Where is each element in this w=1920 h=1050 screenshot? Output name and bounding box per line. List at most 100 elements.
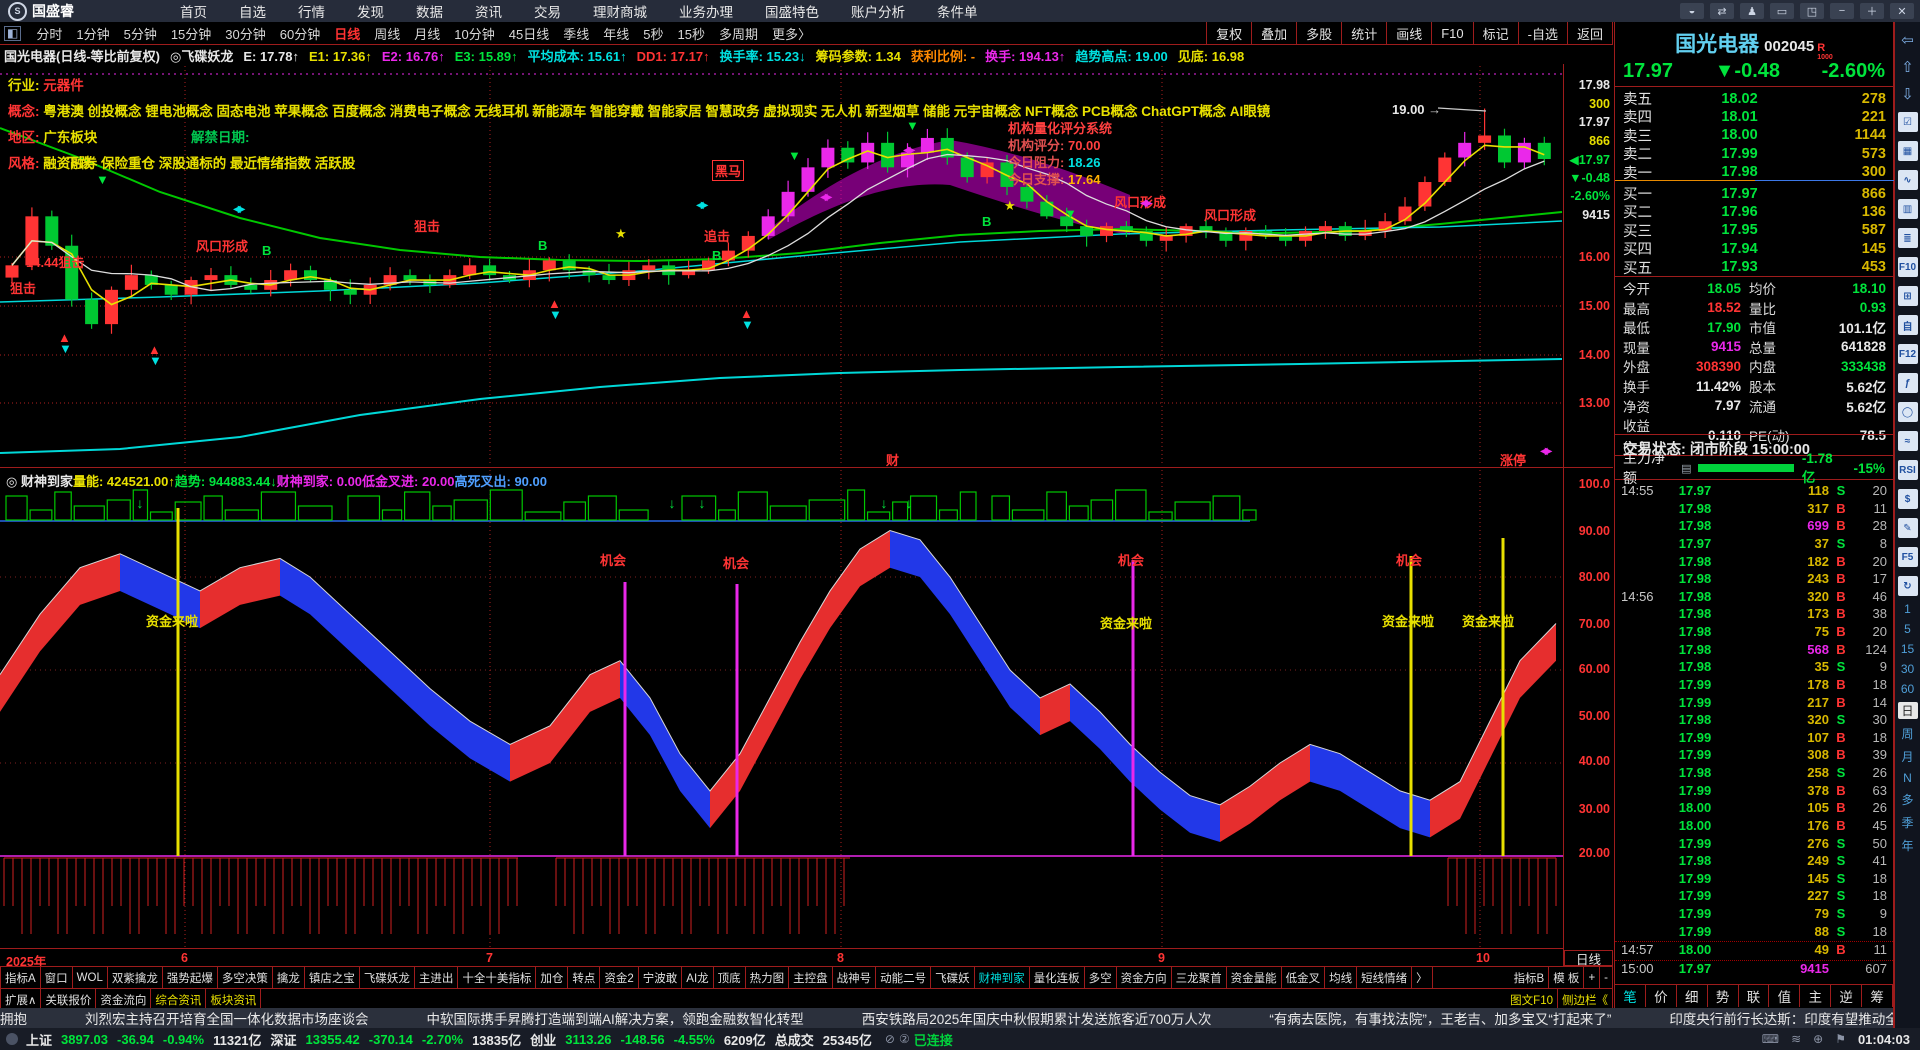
indicator-tab-强势起爆[interactable]: 强势起爆 xyxy=(163,967,218,989)
menu-item-3[interactable]: 发现 xyxy=(357,1,384,21)
list-icon[interactable]: ≣ xyxy=(1897,228,1918,248)
refresh-icon[interactable]: ↻ xyxy=(1897,576,1918,596)
news-item-2[interactable]: 中软国际携手昇腾打造端到端AI解决方案，领跑金融数智化转型 xyxy=(427,1008,804,1028)
news-item-3[interactable]: 西安铁路局2025年国庆中秋假期累计发送旅客近700万人次 xyxy=(862,1008,1212,1028)
menu-item-1[interactable]: 自选 xyxy=(239,1,266,21)
tf-日线[interactable]: 日线 xyxy=(334,24,360,43)
close-icon[interactable]: ✕ xyxy=(1890,3,1914,19)
tf-30分钟[interactable]: 30分钟 xyxy=(225,24,265,43)
indicator-tab-指标A[interactable]: 指标A xyxy=(0,967,41,989)
quote-tab-值[interactable]: 值 xyxy=(1769,985,1801,1007)
assistant-icon[interactable]: ♟ xyxy=(1740,3,1764,19)
tf-周线[interactable]: 周线 xyxy=(374,24,400,43)
period-周[interactable]: 周 xyxy=(1898,725,1918,742)
quote-tab-价[interactable]: 价 xyxy=(1646,985,1677,1007)
function-icon[interactable]: ƒ xyxy=(1897,373,1918,393)
grid-icon[interactable]: ▦ xyxy=(1897,141,1918,161)
menu-item-10[interactable]: 账户分析 xyxy=(851,1,905,21)
tab-btn-模 板[interactable]: 模 板 xyxy=(1549,967,1585,989)
period-多[interactable]: 多 xyxy=(1898,791,1918,808)
menu-item-5[interactable]: 资讯 xyxy=(475,1,502,21)
indicator-tab-战神号[interactable]: 战神号 xyxy=(833,967,877,989)
btn-F10[interactable]: F10 xyxy=(1431,22,1472,44)
tf-更多〉[interactable]: 更多〉 xyxy=(772,24,811,43)
keyboard-icon[interactable]: ⌨ xyxy=(1762,1032,1779,1046)
tf-年线[interactable]: 年线 xyxy=(603,24,629,43)
indicator-tab-资金2[interactable]: 资金2 xyxy=(600,967,639,989)
indicator-tab-转点[interactable]: 转点 xyxy=(568,967,601,989)
indicator-tab-飞碟妖龙[interactable]: 飞碟妖龙 xyxy=(360,967,415,989)
indicator-tab-短线情绪[interactable]: 短线情绪 xyxy=(1357,967,1413,989)
indicator-tab-镇店之宝[interactable]: 镇店之宝 xyxy=(305,967,360,989)
screen-icon[interactable]: ▭ xyxy=(1770,3,1794,19)
period-季[interactable]: 季 xyxy=(1898,814,1918,831)
indicator-tab-擒龙[interactable]: 擒龙 xyxy=(273,967,305,989)
tf-多周期[interactable]: 多周期 xyxy=(719,24,758,43)
tf-15秒[interactable]: 15秒 xyxy=(677,24,704,43)
zixuan-icon[interactable]: 自 xyxy=(1897,315,1918,335)
indicator-tab-十全十美指标[interactable]: 十全十美指标 xyxy=(458,967,537,989)
indicator-tab-AI龙[interactable]: AI龙 xyxy=(682,967,714,989)
quote-tab-笔[interactable]: 笔 xyxy=(1615,985,1646,1007)
target-icon[interactable]: ⊕ xyxy=(1813,1032,1823,1046)
circle-icon[interactable]: ◯ xyxy=(1897,402,1918,422)
indicator-tab-动能二号[interactable]: 动能二号 xyxy=(876,967,932,989)
alert-icon[interactable]: ⚑ xyxy=(1835,1032,1846,1046)
indicator-tab-〉[interactable]: 〉 xyxy=(1412,967,1433,989)
indicator-tab-低金叉[interactable]: 低金叉 xyxy=(1282,967,1326,989)
kline-mini-icon[interactable]: ≋ xyxy=(1791,1032,1801,1046)
tf-10分钟[interactable]: 10分钟 xyxy=(454,24,494,43)
indicator-tab-主控盘[interactable]: 主控盘 xyxy=(789,967,833,989)
indicator-tab-资金方向[interactable]: 资金方向 xyxy=(1117,967,1172,989)
btn-叠加[interactable]: 叠加 xyxy=(1251,22,1296,44)
quote-tab-势[interactable]: 势 xyxy=(1708,985,1739,1007)
period-1[interactable]: 1 xyxy=(1898,602,1918,616)
back-arrow-icon[interactable]: ⇦ xyxy=(1901,31,1914,49)
menu-item-7[interactable]: 理财商城 xyxy=(593,1,647,21)
page-up-icon[interactable]: ⇧ xyxy=(1901,58,1914,76)
f5-icon[interactable]: F5 xyxy=(1897,547,1918,567)
tf-月线[interactable]: 月线 xyxy=(414,24,440,43)
quote-tab-主[interactable]: 主 xyxy=(1800,985,1832,1007)
tf-1分钟[interactable]: 1分钟 xyxy=(76,24,109,43)
tf-60分钟[interactable]: 60分钟 xyxy=(280,24,320,43)
switch-icon[interactable]: ⇄ xyxy=(1710,3,1734,19)
panel-toggle-icon[interactable]: ◧ xyxy=(4,25,22,41)
money-icon[interactable]: $ xyxy=(1897,489,1918,509)
indicator-tab-飞碟妖[interactable]: 飞碟妖 xyxy=(931,967,975,989)
stockpick-icon[interactable]: ☑ xyxy=(1897,112,1918,132)
quote-tab-细[interactable]: 细 xyxy=(1677,985,1708,1007)
menu-item-2[interactable]: 行情 xyxy=(298,1,325,21)
message-icon[interactable]: ◒ xyxy=(1680,3,1704,19)
news-item-5[interactable]: 印度央行前行长达斯：印度有望推动全球经济增长的五分之一 xyxy=(1669,1008,1893,1028)
tf-5秒[interactable]: 5秒 xyxy=(643,24,663,43)
draw-icon[interactable]: ✎ xyxy=(1897,518,1918,538)
quote-tab-筹[interactable]: 筹 xyxy=(1862,985,1894,1007)
menu-item-8[interactable]: 业务办理 xyxy=(679,1,733,21)
news-ticker[interactable]: 拥抱 刘烈宏主持召开培育全国一体化数据市场座谈会 中软国际携手昇腾打造端到端AI解决… xyxy=(0,1008,1893,1028)
period-月[interactable]: 月 xyxy=(1898,748,1918,765)
indicator-tab-多空[interactable]: 多空 xyxy=(1085,967,1117,989)
btn--自选[interactable]: -自选 xyxy=(1517,22,1567,44)
period-badge[interactable]: 日线 xyxy=(1564,950,1613,967)
indicator-tab-主进出[interactable]: 主进出 xyxy=(415,967,459,989)
indicator-tab-宁波敢[interactable]: 宁波敢 xyxy=(639,967,683,989)
btn-标记[interactable]: 标记 xyxy=(1472,22,1518,44)
gift-icon[interactable]: ◳ xyxy=(1800,3,1824,19)
period-年[interactable]: 年 xyxy=(1898,837,1918,854)
tick-list[interactable]: 14:55 17.97 118 S 20 17.98 317 B 11 17.98 699 B 28 17… xyxy=(1615,481,1893,978)
news-item-4[interactable]: “有病去医院，有事找法院”，王老吉、加多宝又“打起来了” xyxy=(1269,1008,1611,1028)
tf-15分钟[interactable]: 15分钟 xyxy=(171,24,211,43)
indicator-tab-加仓[interactable]: 加仓 xyxy=(536,967,569,989)
quote-tab-联[interactable]: 联 xyxy=(1739,985,1770,1007)
btn-返回[interactable]: 返回 xyxy=(1566,22,1613,44)
btn-复权[interactable]: 复权 xyxy=(1206,22,1251,44)
btn-统计[interactable]: 统计 xyxy=(1341,22,1386,44)
menu-item-6[interactable]: 交易 xyxy=(534,1,561,21)
rsi-icon[interactable]: RSI xyxy=(1897,460,1918,480)
detail-icon[interactable]: ▤ xyxy=(1681,462,1691,475)
period-N[interactable]: N xyxy=(1898,771,1918,785)
menu-item-9[interactable]: 国盛特色 xyxy=(765,1,819,21)
kline-icon[interactable]: ▥ xyxy=(1897,199,1918,219)
period-5[interactable]: 5 xyxy=(1898,622,1918,636)
